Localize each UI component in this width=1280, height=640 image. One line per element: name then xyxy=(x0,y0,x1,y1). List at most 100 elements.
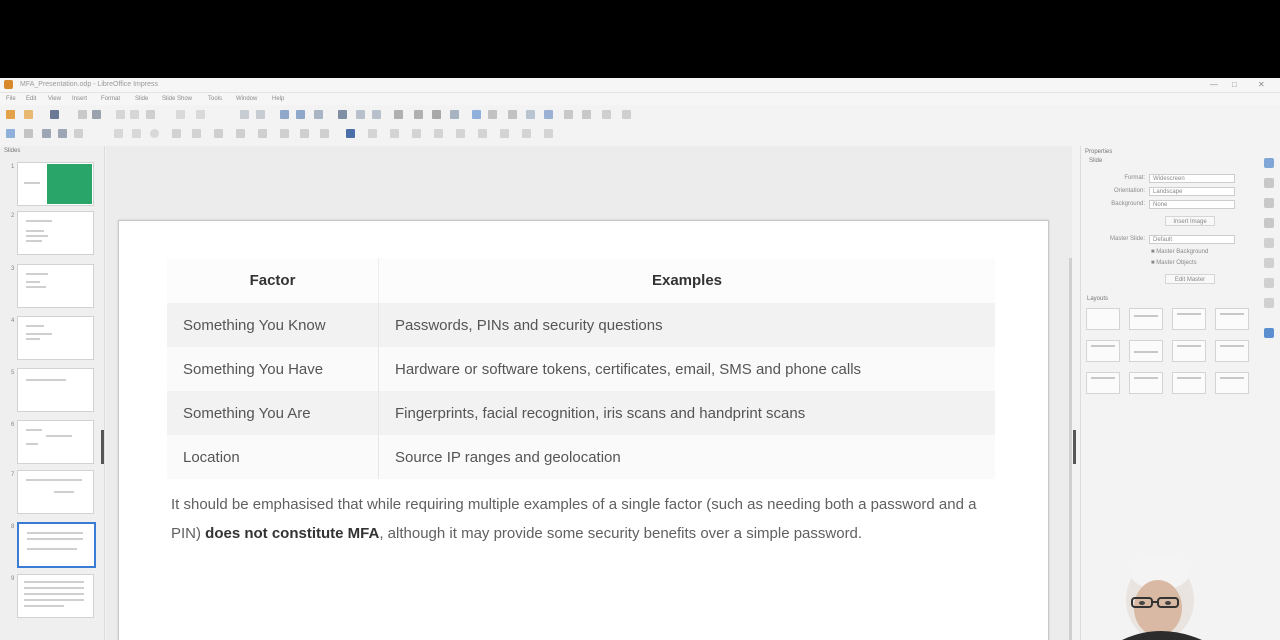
table-cell-examples[interactable]: Fingerprints, facial recognition, iris s… xyxy=(378,391,995,435)
fill-color-icon[interactable] xyxy=(74,129,83,138)
sidebar-splitter[interactable] xyxy=(1073,430,1076,464)
minimize-button[interactable]: — xyxy=(1210,80,1218,89)
glue-points-icon[interactable] xyxy=(478,129,487,138)
print-icon[interactable] xyxy=(92,110,101,119)
start-first-slide-icon[interactable] xyxy=(472,110,481,119)
line-icon[interactable] xyxy=(114,129,123,138)
stars-icon[interactable] xyxy=(320,129,329,138)
slide-thumbnail-5[interactable] xyxy=(17,368,94,412)
mfa-factors-table[interactable]: Factor Examples Something You Know Passw… xyxy=(167,258,995,479)
layout-title-content-over-content[interactable] xyxy=(1129,372,1163,394)
menu-slide-show[interactable]: Slide Show xyxy=(162,96,192,102)
table-cell-examples[interactable]: Hardware or software tokens, certificate… xyxy=(378,347,995,391)
align-icon[interactable] xyxy=(390,129,399,138)
properties-deck-icon[interactable] xyxy=(1264,158,1274,168)
rectangle-icon[interactable] xyxy=(132,129,141,138)
close-button[interactable]: ✕ xyxy=(1258,80,1265,89)
shadow-icon[interactable] xyxy=(346,129,355,138)
layout-title-4-content[interactable] xyxy=(1172,372,1206,394)
master-slide-select[interactable]: Default xyxy=(1149,235,1235,244)
start-current-slide-icon[interactable] xyxy=(488,110,497,119)
display-views-icon[interactable] xyxy=(280,110,289,119)
edit-master-button[interactable]: Edit Master xyxy=(1165,274,1215,284)
flowchart-icon[interactable] xyxy=(280,129,289,138)
new-icon[interactable] xyxy=(6,110,15,119)
duplicate-slide-icon[interactable] xyxy=(526,110,535,119)
copy-icon[interactable] xyxy=(130,110,139,119)
insert-image-button[interactable]: Insert Image xyxy=(1165,216,1215,226)
vertical-scrollbar[interactable] xyxy=(1069,258,1072,640)
navigator-deck-icon[interactable] xyxy=(1264,278,1274,288)
spelling-icon[interactable] xyxy=(256,110,265,119)
master-slides-deck-icon[interactable] xyxy=(1264,218,1274,228)
chart-icon[interactable] xyxy=(356,110,365,119)
slide-thumbnail-2[interactable] xyxy=(17,211,94,255)
slide-thumbnail-9[interactable] xyxy=(17,574,94,618)
presenter-deck-icon[interactable] xyxy=(1264,328,1274,338)
layout-blank[interactable] xyxy=(1086,308,1120,330)
cut-icon[interactable] xyxy=(116,110,125,119)
hyperlink-icon[interactable] xyxy=(450,110,459,119)
callouts-icon[interactable] xyxy=(300,129,309,138)
slide-thumbnail-4[interactable] xyxy=(17,316,94,360)
slide-layout-icon[interactable] xyxy=(564,110,573,119)
styles-deck-icon[interactable] xyxy=(1264,238,1274,248)
table-cell-factor[interactable]: Something You Are xyxy=(167,391,379,435)
rotate-icon[interactable] xyxy=(368,129,377,138)
menu-slide[interactable]: Slide xyxy=(135,96,148,102)
background-select[interactable]: None xyxy=(1149,200,1235,209)
slide-thumbnail-8-selected[interactable] xyxy=(17,522,96,568)
line-color-icon[interactable] xyxy=(58,129,67,138)
layout-title-2-content-over-content[interactable] xyxy=(1086,372,1120,394)
helplines-icon[interactable] xyxy=(602,110,611,119)
gallery-deck-icon[interactable] xyxy=(1264,258,1274,268)
menu-help[interactable]: Help xyxy=(272,96,284,102)
fontwork-icon[interactable] xyxy=(414,110,423,119)
block-arrows-icon[interactable] xyxy=(258,129,267,138)
table-cell-factor[interactable]: Location xyxy=(167,435,379,479)
zoom-icon[interactable] xyxy=(24,129,33,138)
points-icon[interactable] xyxy=(456,129,465,138)
menu-window[interactable]: Window xyxy=(236,96,257,102)
ellipse-icon[interactable] xyxy=(150,129,159,138)
export-pdf-icon[interactable] xyxy=(78,110,87,119)
delete-slide-icon[interactable] xyxy=(544,110,553,119)
menu-file[interactable]: File xyxy=(6,96,16,102)
find-replace-icon[interactable] xyxy=(240,110,249,119)
menu-insert[interactable]: Insert xyxy=(72,96,87,102)
format-select[interactable]: Widescreen xyxy=(1149,174,1235,183)
slide-thumbnail-7[interactable] xyxy=(17,470,94,514)
table-cell-examples[interactable]: Source IP ranges and geolocation xyxy=(378,435,995,479)
slide-transition-deck-icon[interactable] xyxy=(1264,178,1274,188)
table-cell-examples[interactable]: Passwords, PINs and security questions xyxy=(378,303,995,347)
textbox-icon[interactable] xyxy=(372,110,381,119)
slide-thumbnail-6[interactable] xyxy=(17,420,94,464)
slide-thumbnail-3[interactable] xyxy=(17,264,94,308)
slide-thumbnail-1[interactable] xyxy=(17,162,94,206)
panel-splitter[interactable] xyxy=(101,430,104,464)
layout-title-slide[interactable] xyxy=(1129,308,1163,330)
layout-title-6-content[interactable] xyxy=(1215,372,1249,394)
layout-title-content[interactable] xyxy=(1172,308,1206,330)
toggle-extrusion-icon[interactable] xyxy=(500,129,509,138)
arrange-icon[interactable] xyxy=(412,129,421,138)
undo-icon[interactable] xyxy=(176,110,185,119)
open-icon[interactable] xyxy=(24,110,33,119)
current-slide[interactable]: Factor Examples Something You Know Passw… xyxy=(118,220,1049,640)
menu-edit[interactable]: Edit xyxy=(26,96,36,102)
layout-title-2-content[interactable] xyxy=(1215,308,1249,330)
text-icon[interactable] xyxy=(42,129,51,138)
basic-shapes-icon[interactable] xyxy=(214,129,223,138)
interaction-icon[interactable] xyxy=(522,129,531,138)
paste-icon[interactable] xyxy=(146,110,155,119)
new-slide-icon[interactable] xyxy=(508,110,517,119)
symbol-shapes-icon[interactable] xyxy=(236,129,245,138)
layout-title-only[interactable] xyxy=(1086,340,1120,362)
maximize-button[interactable]: □ xyxy=(1232,80,1237,89)
media-icon[interactable] xyxy=(432,110,441,119)
grid-icon[interactable] xyxy=(582,110,591,119)
special-character-icon[interactable] xyxy=(394,110,403,119)
table-cell-factor[interactable]: Something You Have xyxy=(167,347,379,391)
shapes-deck-icon[interactable] xyxy=(1264,298,1274,308)
layout-title-content-and-2-content[interactable] xyxy=(1215,340,1249,362)
